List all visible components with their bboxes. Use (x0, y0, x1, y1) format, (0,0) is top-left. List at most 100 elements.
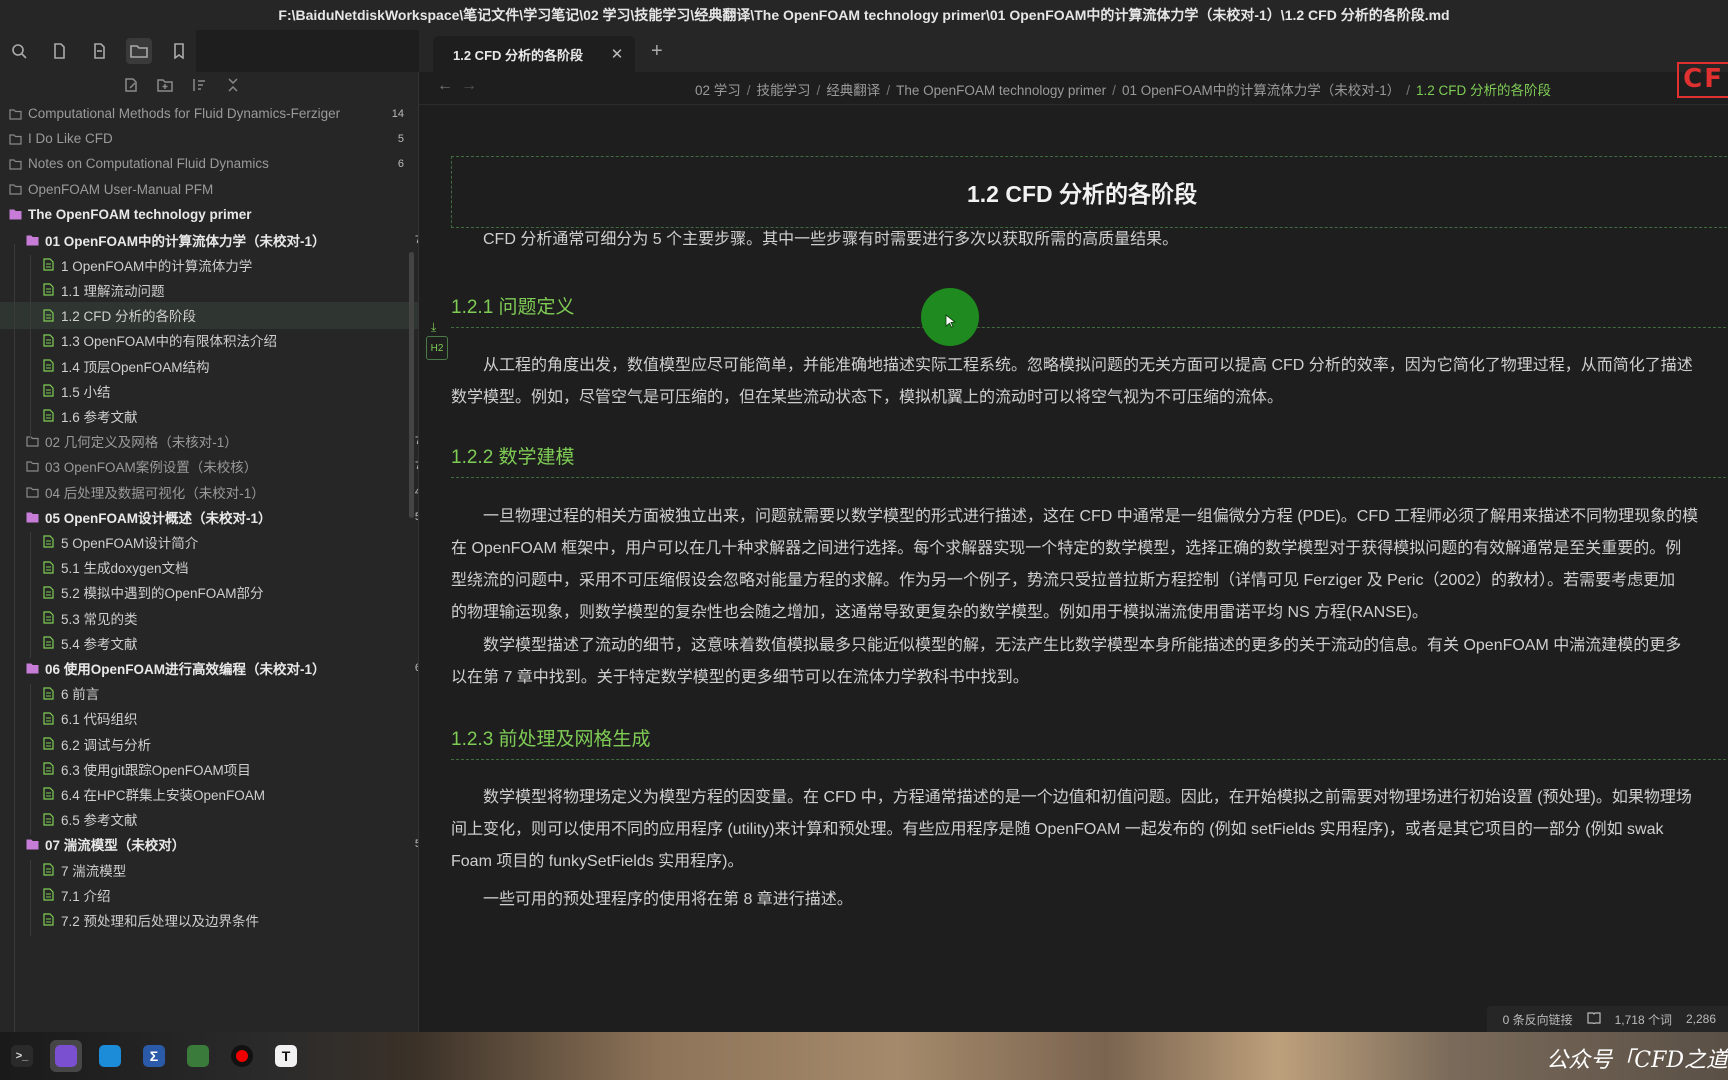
sidebar-file[interactable]: 5.3 常见的类 (0, 604, 418, 631)
paragraph-line: Foam 项目的 funkySetFields 实用程序)。 (451, 853, 744, 870)
back-arrow-icon[interactable]: ← (437, 77, 453, 95)
sidebar-file[interactable]: 5.1 生成doxygen文档 (0, 554, 418, 581)
sidebar-file[interactable]: 6.4 在HPC群集上安装OpenFOAM (0, 780, 418, 807)
sidebar-folder[interactable]: 06 使用OpenFOAM进行高效编程（未校对-1） 6 (0, 654, 418, 681)
sidebar-folder[interactable]: 03 OpenFOAM案例设置（未校核） 7 (0, 453, 418, 480)
sidebar-item-label: 7 湍流模型 (61, 863, 127, 879)
tab-current-note[interactable]: 1.2 CFD 分析的各阶段 ✕ (433, 36, 635, 72)
section-heading: 1.2.2 数学建模 (451, 442, 1728, 478)
search-icon[interactable] (6, 38, 32, 64)
sidebar-folder[interactable]: 01 OpenFOAM中的计算流体力学（未校对-1） 7 (0, 226, 418, 253)
sidebar-file[interactable]: 6.3 使用git跟踪OpenFOAM项目 (0, 755, 418, 782)
record-icon[interactable] (226, 1040, 258, 1072)
sidebar-file[interactable]: 5.2 模拟中遇到的OpenFOAM部分 (0, 579, 418, 606)
sidebar-item-label: 7.2 预处理和后处理以及边界条件 (61, 913, 260, 929)
file-icon[interactable] (86, 38, 112, 64)
window-title: F:\BaiduNetdiskWorkspace\笔记文件\学习笔记\02 学习… (0, 0, 1728, 30)
sidebar-file[interactable]: 1 OpenFOAM中的计算流体力学 (0, 251, 418, 278)
powershell-icon[interactable]: Σ (138, 1040, 170, 1072)
folder-icon[interactable] (126, 38, 152, 64)
breadcrumb: 02 学习 / 技能学习 / 经典翻译 / The OpenFOAM technology … (695, 79, 1551, 99)
new-tab-icon[interactable]: + (651, 40, 663, 63)
sidebar-file[interactable]: 6.5 参考文献 (0, 806, 418, 833)
sidebar-file[interactable]: 6 前言 (0, 680, 418, 707)
folder-icon (8, 107, 22, 121)
page-title: 1.2 CFD 分析的各阶段 (966, 181, 1198, 207)
item-count-badge: 5 (397, 838, 418, 850)
sidebar-item-label: 02 几何定义及网格（未核对-1） (45, 435, 238, 451)
collapse-icon[interactable] (224, 76, 242, 94)
sidebar-file[interactable]: 1.6 参考文献 (0, 402, 418, 429)
sidebar-item-label: I Do Like CFD (28, 131, 113, 147)
file-icon[interactable] (46, 38, 72, 64)
sidebar-folder[interactable]: 05 OpenFOAM设计概述（未校对-1） 5 (0, 503, 418, 530)
app-icon[interactable] (182, 1040, 214, 1072)
breadcrumb-item[interactable]: 经典翻译 (826, 83, 880, 98)
obsidian-icon[interactable] (50, 1040, 82, 1072)
backlinks-count[interactable]: 0 条反向链接 (1503, 1011, 1573, 1028)
new-folder-icon[interactable] (156, 76, 174, 94)
breadcrumb-item[interactable]: The OpenFOAM technology primer (896, 83, 1106, 98)
sidebar-item-label: 6.3 使用git跟踪OpenFOAM项目 (61, 762, 251, 778)
typora-icon[interactable]: T (270, 1040, 302, 1072)
download-arrow-icon[interactable]: ⤓ (431, 320, 436, 335)
sidebar-folder[interactable]: 04 后处理及数据可视化（未校对-1） 4 (0, 478, 418, 505)
file-icon (41, 283, 55, 297)
heading-level-badge[interactable]: H2 (426, 336, 448, 360)
sort-icon[interactable] (190, 76, 208, 94)
sidebar-file[interactable]: 7 湍流模型 (0, 856, 418, 883)
sidebar-item-label: 6.5 参考文献 (61, 813, 138, 829)
sidebar-file[interactable]: 7.1 介绍 (0, 881, 418, 908)
sidebar-item-label: 7.1 介绍 (61, 888, 111, 904)
folder-open-icon (8, 207, 22, 221)
sidebar-file[interactable]: 6.1 代码组织 (0, 705, 418, 732)
sidebar-folder[interactable]: Notes on Computational Fluid Dynamics 6 (0, 150, 416, 177)
sidebar-file[interactable]: 1.3 OpenFOAM中的有限体积法介绍 (0, 327, 418, 354)
intro-paragraph: CFD 分析通常可细分为 5 个主要步骤。其中一些步骤有时需要进行多次以获取所需… (451, 224, 1728, 256)
file-icon (41, 333, 55, 347)
file-icon (41, 308, 55, 322)
edge-icon[interactable] (94, 1040, 126, 1072)
sidebar-item-label: 5.4 参考文献 (61, 636, 138, 652)
sidebar-folder[interactable]: The OpenFOAM technology primer (0, 201, 416, 228)
sidebar-file[interactable]: 1.2 CFD 分析的各阶段 (0, 301, 418, 329)
sidebar-item-label: Notes on Computational Fluid Dynamics (28, 156, 269, 172)
paragraph-line: 数学模型将物理场定义为模型方程的因变量。在 CFD 中，方程通常描述的是一个边值… (483, 789, 1692, 806)
sidebar-file[interactable]: 6.2 调试与分析 (0, 730, 418, 757)
sidebar-file[interactable]: 5.4 参考文献 (0, 629, 418, 656)
indent-guide (30, 532, 31, 659)
tab-label: 1.2 CFD 分析的各阶段 (453, 47, 584, 63)
breadcrumb-item[interactable]: 02 学习 (695, 83, 741, 98)
sidebar-folder[interactable]: Computational Methods for Fluid Dynamics… (0, 100, 416, 127)
note-content[interactable]: 1.2 CFD 分析的各阶段 CFD 分析通常可细分为 5 个主要步骤。其中一些… (419, 104, 1728, 1032)
sidebar-file[interactable]: 1.1 理解流动问题 (0, 276, 418, 303)
terminal-icon[interactable]: >_ (6, 1040, 38, 1072)
file-icon (41, 636, 55, 650)
sidebar-folder[interactable]: 07 湍流模型（未校对） 5 (0, 831, 418, 858)
taskbar: >_ Σ T 公众号「CFD之道 (0, 1032, 1728, 1080)
folder-open-icon (25, 233, 39, 247)
sidebar-folder[interactable]: 02 几何定义及网格（未核对-1） 7 (0, 428, 418, 455)
sidebar-item-label: 6.1 代码组织 (61, 712, 138, 728)
sidebar-file[interactable]: 1.4 顶层OpenFOAM结构 (0, 352, 418, 379)
sidebar-item-label: 03 OpenFOAM案例设置（未校核） (45, 460, 258, 476)
breadcrumb-item[interactable]: 01 OpenFOAM中的计算流体力学（未校对-1） (1122, 83, 1400, 98)
close-icon[interactable]: ✕ (607, 45, 627, 63)
file-icon (41, 560, 55, 574)
sidebar-folder[interactable]: OpenFOAM User-Manual PFM (0, 176, 416, 203)
sidebar-scrollbar[interactable] (409, 252, 414, 518)
breadcrumb-item[interactable]: 技能学习 (757, 83, 811, 98)
sidebar-file[interactable]: 5 OpenFOAM设计简介 (0, 528, 418, 555)
new-note-icon[interactable] (122, 76, 140, 94)
forward-arrow-icon[interactable]: → (461, 77, 477, 95)
sidebar-item-label: 1.2 CFD 分析的各阶段 (61, 309, 197, 325)
sidebar-file[interactable]: 7.2 预处理和后处理以及边界条件 (0, 906, 418, 933)
book-icon[interactable] (1586, 1011, 1601, 1027)
file-icon (41, 787, 55, 801)
sidebar-item-label: 06 使用OpenFOAM进行高效编程（未校对-1） (45, 661, 326, 677)
sidebar-item-label: 6.2 调试与分析 (61, 737, 152, 753)
bookmark-icon[interactable] (166, 38, 192, 64)
sidebar-item-label: OpenFOAM User-Manual PFM (28, 181, 214, 197)
sidebar-folder[interactable]: I Do Like CFD 5 (0, 125, 416, 152)
sidebar-file[interactable]: 1.5 小结 (0, 377, 418, 404)
